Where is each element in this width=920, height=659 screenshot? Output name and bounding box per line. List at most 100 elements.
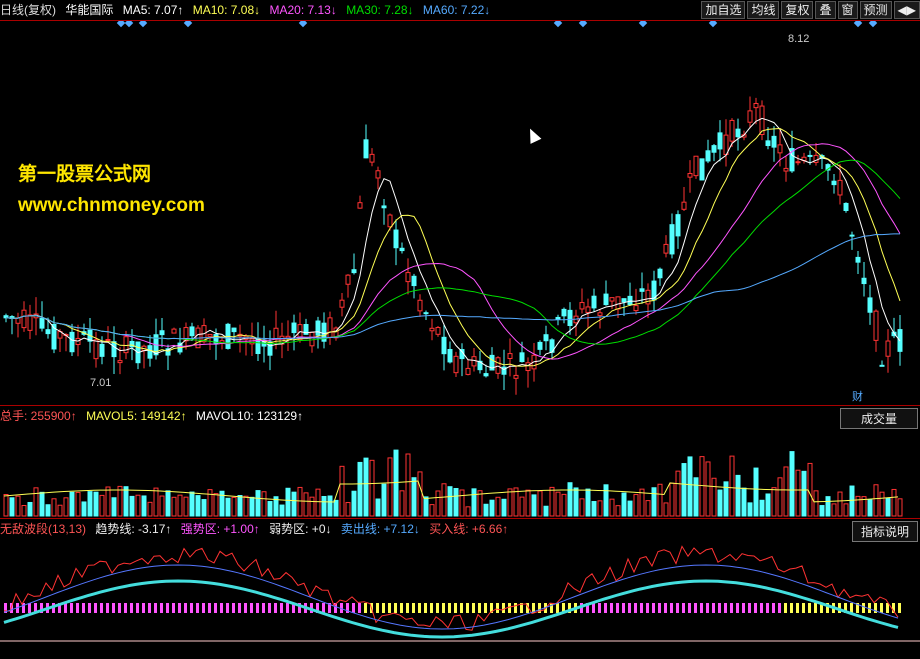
volume-bar [897, 498, 903, 517]
volume-bar [687, 456, 693, 517]
volume-bar [51, 498, 57, 517]
candle-body [633, 305, 639, 312]
zone-bar [514, 603, 517, 613]
overlay-button[interactable]: 叠 [815, 1, 836, 19]
volume-bar [21, 505, 27, 517]
volume-bar [531, 494, 537, 517]
candle-body [39, 317, 45, 329]
zone-bar [736, 603, 739, 613]
zone-bar [352, 603, 355, 613]
volume-bar [339, 465, 345, 517]
candle-body [351, 269, 357, 274]
candle-body [423, 312, 429, 315]
volume-svg [3, 449, 903, 517]
zone-bar [676, 603, 679, 613]
zone-bar [622, 603, 625, 613]
zone-bar [232, 603, 235, 613]
candle-body [717, 132, 723, 150]
signal-diamond-icon [138, 21, 148, 28]
ma20-label: MA20: 7.13↓ [269, 3, 337, 17]
volume-bar [381, 483, 387, 517]
candle-body [609, 297, 615, 302]
candle-body [543, 334, 549, 342]
volume-bar [375, 498, 381, 517]
volume-bar [435, 490, 441, 517]
zone-bar [106, 603, 109, 613]
candle-body [93, 339, 99, 360]
price-chart[interactable]: 第一股票公式网 www.chnmoney.com 8.12 7.01 财 [0, 20, 920, 406]
forecast-button[interactable]: 预测 [859, 1, 892, 19]
volume-bar [867, 498, 873, 517]
zone-bar [700, 603, 703, 613]
candle-body [291, 322, 297, 334]
volume-bar [123, 486, 129, 517]
candle-body [873, 310, 879, 341]
zone-bar [286, 603, 289, 613]
candle-body [681, 201, 687, 210]
candle-body [615, 296, 621, 310]
zone-bar [502, 603, 505, 613]
candle-body [315, 320, 321, 336]
watermark-title: 第一股票公式网 [18, 164, 152, 185]
zone-bar [220, 603, 223, 613]
zone-bar [142, 603, 145, 613]
zone-bar [256, 603, 259, 613]
zone-bar [226, 603, 229, 613]
volume-bar [81, 501, 87, 517]
window-button[interactable]: 窗 [837, 1, 858, 19]
ma5-label: MA5: 7.07↑ [122, 3, 184, 17]
volume-bar [237, 495, 243, 517]
nav-arrows-button[interactable]: ◀▶ [893, 1, 920, 19]
ma-button[interactable]: 均线 [747, 1, 780, 19]
add-favorite-button[interactable]: 加自选 [701, 1, 746, 19]
zone-bar [148, 603, 151, 613]
zone-bar [670, 603, 673, 613]
candle-body [357, 202, 363, 209]
candle-body [591, 295, 597, 309]
zone-bar [640, 603, 643, 613]
volume-bar [411, 477, 417, 517]
candle-body [579, 302, 585, 310]
volume-bar [663, 502, 669, 517]
candle-body [849, 234, 855, 237]
finance-marker[interactable]: 财 [852, 388, 863, 404]
volume-bar [399, 490, 405, 517]
volume-bar [129, 495, 135, 517]
candle-body [21, 309, 27, 329]
volume-bar [807, 462, 813, 517]
volume-bar [297, 486, 303, 517]
volume-bar [267, 501, 273, 517]
zone-bar [508, 603, 511, 613]
adjust-button[interactable]: 复权 [781, 1, 814, 19]
volume-bar [741, 487, 747, 517]
volume-bar [801, 470, 807, 517]
volume-bar [885, 497, 891, 517]
candle-body [405, 272, 411, 283]
volume-bar [837, 491, 843, 517]
volume-bar [873, 484, 879, 517]
zone-bar [496, 603, 499, 613]
indicator-chart[interactable]: 无敌波段(13,13) 趋势线: -3.17↑ 强势区: +1.00↑ 弱势区:… [0, 518, 920, 659]
volume-bar [693, 477, 699, 517]
volume-chart[interactable]: 总手: 255900↑ MAVOL5: 149142↑ MAVOL10: 123… [0, 405, 920, 519]
zone-bar [322, 603, 325, 613]
zone-bar [244, 603, 247, 613]
candle-body [375, 170, 381, 179]
zone-bar [460, 603, 463, 613]
candle-body [855, 256, 861, 263]
zone-bar [802, 603, 805, 613]
candle-body [837, 179, 843, 196]
volume-bar [417, 471, 423, 517]
zone-bar [238, 603, 241, 613]
volume-bar [489, 499, 495, 517]
volume-bar [771, 487, 777, 517]
candle-body [393, 229, 399, 249]
zone-bar [748, 603, 751, 613]
candle-body [597, 312, 603, 316]
zone-bar [208, 603, 211, 613]
zone-bar [850, 603, 853, 613]
candle-body [693, 155, 699, 177]
zone-bar [706, 603, 709, 613]
candle-body [363, 139, 369, 159]
volume-bar [651, 487, 657, 517]
